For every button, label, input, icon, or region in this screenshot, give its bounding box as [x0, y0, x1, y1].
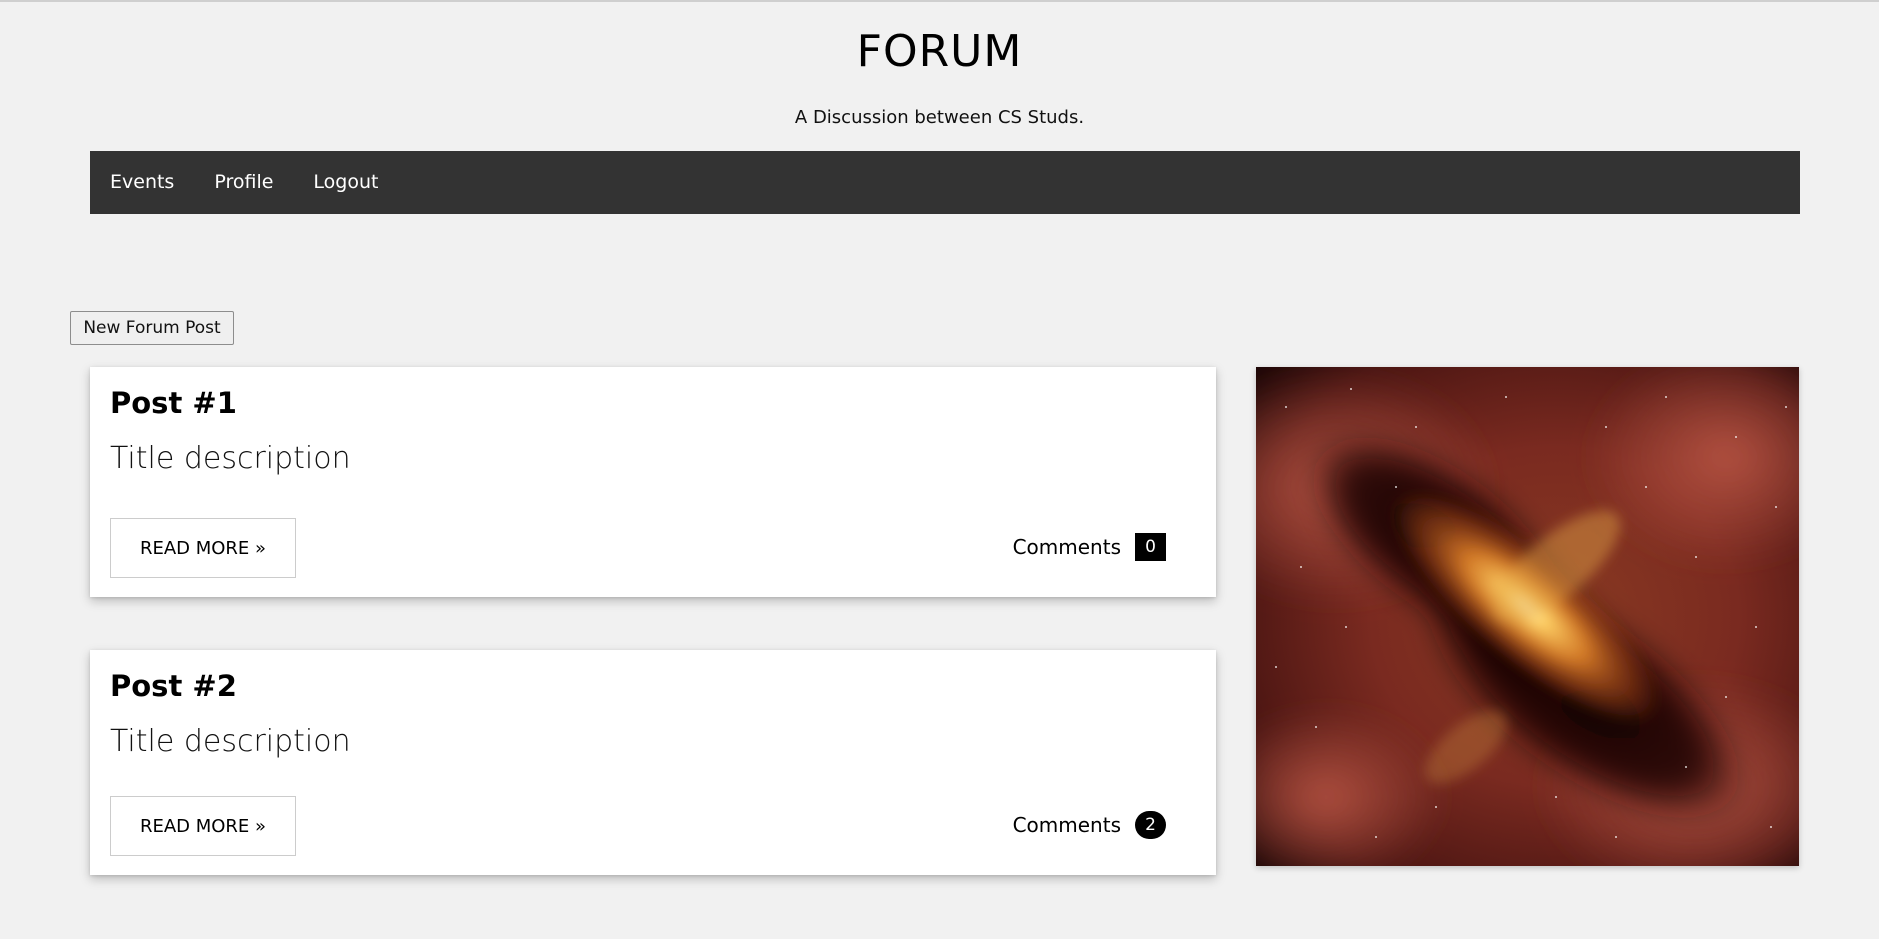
main-navbar: Events Profile Logout: [90, 151, 1800, 214]
site-title: FORUM: [856, 26, 1023, 77]
post-card: Post #2 Title description READ MORE » Co…: [90, 650, 1216, 875]
comments-label: Comments: [1012, 813, 1121, 837]
nav-link-events[interactable]: Events: [90, 151, 194, 214]
comments-count-badge: 0: [1135, 533, 1166, 561]
site-subtitle: A Discussion between CS Studs.: [794, 107, 1085, 128]
comments-label: Comments: [1012, 535, 1121, 559]
new-forum-post-button[interactable]: New Forum Post: [70, 311, 234, 345]
page-header: FORUM A Discussion between CS Studs.: [0, 0, 1879, 140]
nebula-image: [1256, 367, 1799, 866]
comments-counter[interactable]: Comments 0: [1013, 533, 1166, 561]
comments-count-badge: 2: [1135, 811, 1166, 839]
post-title: Post #1: [110, 386, 237, 420]
nav-link-logout[interactable]: Logout: [293, 151, 398, 214]
nav-link-profile[interactable]: Profile: [194, 151, 293, 214]
post-title: Post #2: [110, 669, 237, 703]
post-card: Post #1 Title description READ MORE » Co…: [90, 367, 1216, 597]
post-description: Title description: [110, 724, 351, 759]
read-more-button[interactable]: READ MORE »: [110, 518, 296, 578]
post-description: Title description: [110, 441, 351, 476]
read-more-button[interactable]: READ MORE »: [110, 796, 296, 856]
comments-counter[interactable]: Comments 2: [1013, 811, 1166, 839]
